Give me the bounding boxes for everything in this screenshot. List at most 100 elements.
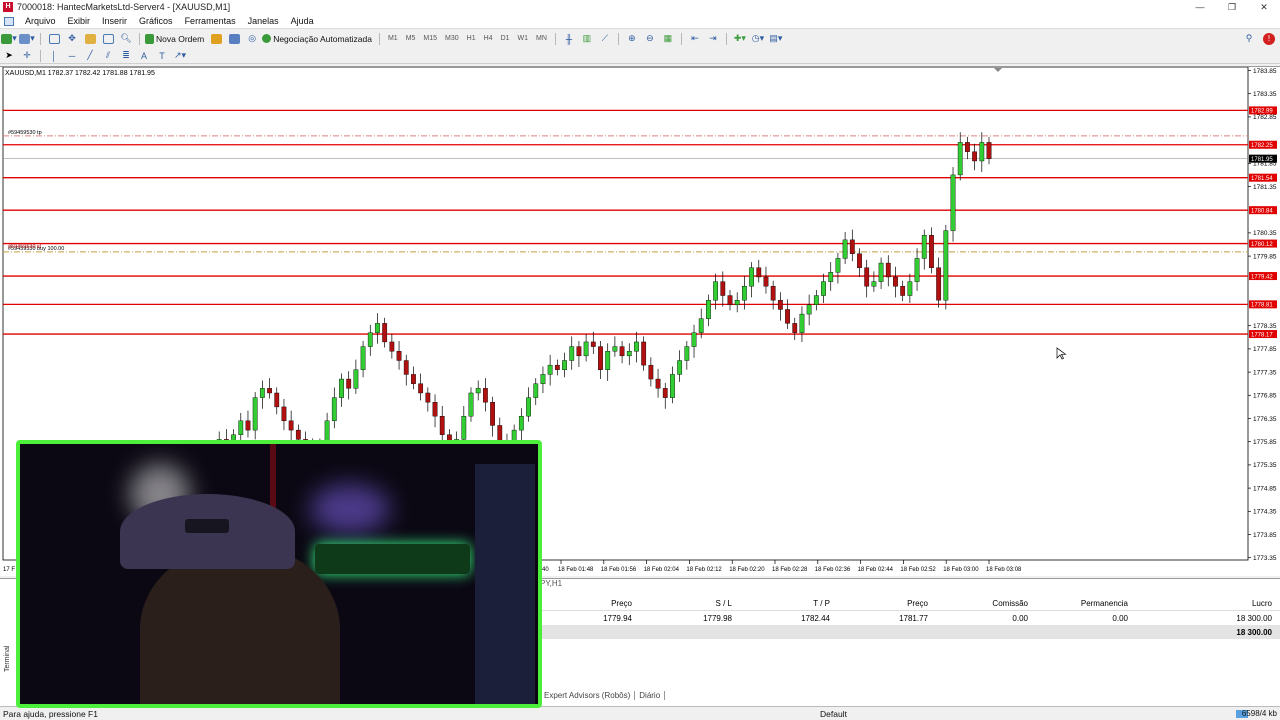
price-axis-label: 1775.35 bbox=[1253, 462, 1277, 469]
crosshair-icon[interactable]: ✛ bbox=[19, 49, 35, 63]
tab-expert-advisors[interactable]: Expert Advisors (Robôs) bbox=[540, 691, 636, 700]
timeframe-h1[interactable]: H1 bbox=[463, 35, 480, 42]
candle-body bbox=[763, 276, 769, 287]
timeframe-d1[interactable]: D1 bbox=[497, 35, 514, 42]
toolbar-divider bbox=[554, 32, 556, 45]
price-axis-label: 1783.85 bbox=[1253, 68, 1277, 75]
auto-trading-button[interactable]: Negociação Automatizada bbox=[262, 32, 374, 46]
arrows-icon[interactable]: ↗▾ bbox=[172, 49, 188, 63]
candle-body bbox=[770, 286, 776, 301]
candle-body bbox=[267, 388, 272, 394]
signals-icon[interactable]: ◎ bbox=[244, 32, 260, 46]
new-chart-icon[interactable]: ▾ bbox=[1, 32, 17, 46]
time-axis-label: 40 bbox=[542, 567, 549, 573]
notifications-icon[interactable]: ! bbox=[1263, 32, 1275, 45]
candle-body bbox=[274, 392, 280, 408]
timeframe-m15[interactable]: M15 bbox=[419, 35, 441, 42]
cell-tp: 1782.44 bbox=[801, 614, 830, 623]
candle-body bbox=[590, 341, 596, 347]
text-label-icon[interactable]: T bbox=[154, 49, 170, 63]
line-chart-icon[interactable]: ⟋ bbox=[597, 32, 613, 46]
col-profit[interactable]: Lucro bbox=[1136, 597, 1280, 611]
menu-ajuda[interactable]: Ajuda bbox=[285, 16, 320, 26]
fibonacci-icon[interactable]: ≣ bbox=[118, 49, 134, 63]
terminal-side-label: Terminal bbox=[4, 645, 11, 672]
indicators-icon[interactable]: ✚▾ bbox=[732, 32, 748, 46]
menu-ferramentas[interactable]: Ferramentas bbox=[179, 16, 242, 26]
candle-body bbox=[921, 235, 927, 259]
channel-icon[interactable]: ⫽ bbox=[100, 49, 116, 63]
market-watch-icon[interactable] bbox=[46, 32, 62, 46]
menu-exibir[interactable]: Exibir bbox=[62, 16, 97, 26]
text-icon[interactable]: A bbox=[136, 49, 152, 63]
close-button[interactable]: ✕ bbox=[1248, 0, 1280, 14]
menu-arquivo[interactable]: Arquivo bbox=[19, 16, 62, 26]
menu-janelas[interactable]: Janelas bbox=[242, 16, 285, 26]
candlestick-icon[interactable]: ▥ bbox=[579, 32, 595, 46]
horizontal-line-icon[interactable]: ─ bbox=[64, 49, 80, 63]
candle-body bbox=[871, 281, 877, 287]
zoom-in-icon[interactable]: ⊕ bbox=[624, 32, 640, 46]
timeframe-mn[interactable]: MN bbox=[532, 35, 551, 42]
candle-body bbox=[396, 351, 402, 361]
cursor-icon[interactable]: ➤ bbox=[1, 49, 17, 63]
col-open-price[interactable]: Preço bbox=[540, 597, 640, 611]
candle-body bbox=[986, 142, 992, 159]
candle-body bbox=[346, 378, 352, 389]
strategy-tester-icon[interactable]: 🔍︎ bbox=[118, 32, 134, 46]
timeframe-h4[interactable]: H4 bbox=[480, 35, 497, 42]
periods-icon[interactable]: ◷▾ bbox=[750, 32, 766, 46]
data-window-icon[interactable]: ✥ bbox=[64, 32, 80, 46]
zoom-out-icon[interactable]: ⊖ bbox=[642, 32, 658, 46]
candle-body bbox=[461, 415, 467, 440]
trendline-icon[interactable]: ╱ bbox=[82, 49, 98, 63]
table-row[interactable]: 1779.94 1779.98 1782.44 1781.77 0.00 0.0… bbox=[540, 611, 1280, 626]
tile-windows-icon[interactable]: ▦ bbox=[660, 32, 676, 46]
chart-window-icon[interactable] bbox=[4, 16, 14, 26]
time-axis-label: 18 Feb 02:52 bbox=[900, 567, 936, 573]
timeframe-m30[interactable]: M30 bbox=[441, 35, 463, 42]
templates-icon[interactable]: ▤▾ bbox=[768, 32, 784, 46]
price-axis-label: 1775.85 bbox=[1253, 439, 1277, 446]
sl-order-label: #59459530 sl bbox=[8, 244, 41, 250]
col-commission[interactable]: Comissão bbox=[936, 597, 1036, 611]
timeframe-m5[interactable]: M5 bbox=[402, 35, 420, 42]
candle-body bbox=[979, 142, 985, 162]
terminal-icon[interactable] bbox=[100, 32, 116, 46]
timeframe-m1[interactable]: M1 bbox=[384, 35, 402, 42]
vertical-line-icon[interactable]: │ bbox=[46, 49, 62, 63]
menu-inserir[interactable]: Inserir bbox=[96, 16, 133, 26]
candle-body bbox=[482, 388, 488, 403]
tp-order-label: #59459530 tp bbox=[8, 130, 42, 136]
candle-body bbox=[605, 351, 611, 370]
candle-body bbox=[468, 392, 474, 417]
title-bar: H 7000018: HantecMarketsLtd-Server4 - [X… bbox=[0, 0, 1280, 14]
col-price[interactable]: Preço bbox=[838, 597, 936, 611]
auto-scroll-icon[interactable]: ⇤ bbox=[687, 32, 703, 46]
col-tp[interactable]: T / P bbox=[740, 597, 838, 611]
minimize-button[interactable]: — bbox=[1184, 0, 1216, 14]
time-axis-label: 18 Feb 03:08 bbox=[986, 567, 1022, 573]
timeframe-w1[interactable]: W1 bbox=[514, 35, 533, 42]
metaeditor-icon[interactable] bbox=[208, 32, 224, 46]
restore-button[interactable]: ❐ bbox=[1216, 0, 1248, 14]
chart-shift-icon[interactable]: ⇥ bbox=[705, 32, 721, 46]
time-axis-label: 18 Feb 02:36 bbox=[815, 567, 851, 573]
search-icon[interactable]: ⚲ bbox=[1241, 32, 1257, 46]
candle-body bbox=[727, 295, 733, 306]
new-order-button[interactable]: Nova Ordem bbox=[145, 32, 206, 46]
candle-body bbox=[331, 397, 337, 422]
navigator-icon[interactable] bbox=[82, 32, 98, 46]
time-axis-label: 18 Feb 02:04 bbox=[644, 567, 680, 573]
lock-icon[interactable] bbox=[226, 32, 242, 46]
col-swap[interactable]: Permanencia bbox=[1036, 597, 1136, 611]
candle-body bbox=[749, 267, 754, 287]
profiles-icon[interactable]: ▾ bbox=[19, 32, 35, 46]
candle-body bbox=[547, 364, 553, 375]
candle-body bbox=[403, 360, 409, 375]
tab-diario[interactable]: Diário bbox=[635, 691, 666, 700]
bar-chart-icon[interactable]: ╫ bbox=[561, 32, 577, 46]
cap-logo bbox=[185, 519, 229, 533]
col-sl[interactable]: S / L bbox=[640, 597, 740, 611]
menu-graficos[interactable]: Gráficos bbox=[133, 16, 179, 26]
